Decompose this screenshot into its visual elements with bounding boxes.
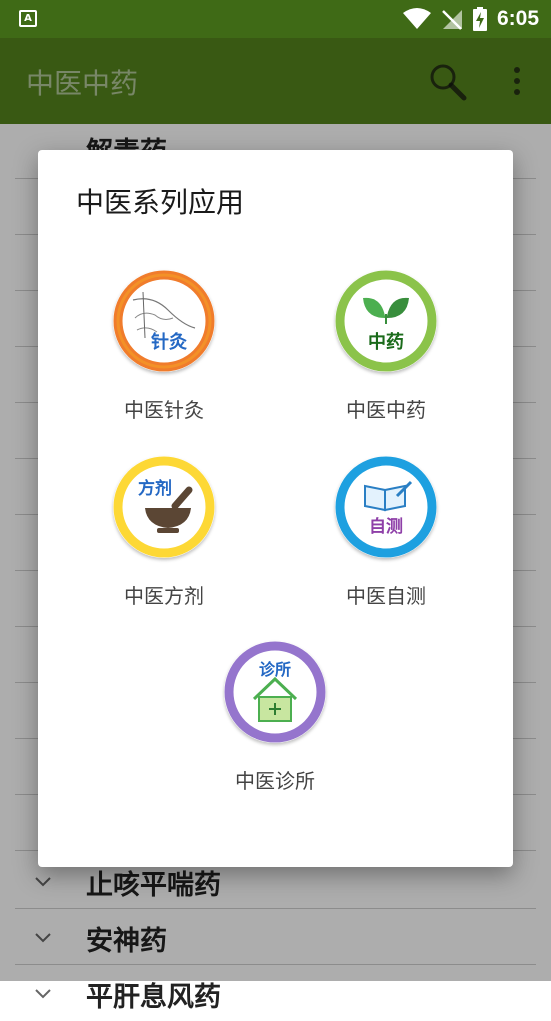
icon-text: 诊所 [259,660,291,679]
icon-text: 中药 [368,331,404,353]
app-label: 中医自测 [346,584,426,608]
book-icon: 自测 [335,456,437,558]
icon-text: 方剂 [138,478,172,499]
apps-dialog: 中医系列应用 针灸 中医针灸 中药 中医中药 方剂 中医方剂 自测 中医自测 诊… [38,150,513,867]
dialog-scrim-top[interactable] [0,38,551,124]
status-icons: 6:05 [402,6,539,32]
notification-icon: A [19,10,37,27]
dialog-title: 中医系列应用 [76,186,245,219]
app-acupuncture[interactable]: 针灸 中医针灸 [64,270,264,440]
app-label: 中医诊所 [235,769,315,793]
clock: 6:05 [496,7,539,30]
app-herbal-medicine[interactable]: 中药 中医中药 [286,270,486,440]
icon-text: 自测 [369,516,403,537]
status-bar: A 6:05 [0,0,551,38]
app-icon-circle: 自测 [335,456,437,558]
app-icon-circle: 方剂 [113,456,215,558]
no-signal-icon [442,10,462,30]
app-clinic[interactable]: 诊所 中医诊所 [175,641,375,811]
app-icon-circle: 中药 [335,270,437,372]
acupuncture-icon: 针灸 [113,270,215,372]
app-self-test[interactable]: 自测 中医自测 [286,456,486,626]
wifi-icon [402,8,431,29]
app-prescriptions[interactable]: 方剂 中医方剂 [64,456,264,626]
app-label: 中医针灸 [124,398,204,422]
app-label: 中医方剂 [124,584,204,608]
battery-charging-icon [472,7,487,31]
mortar-icon: 方剂 [113,456,215,558]
herb-icon: 中药 [335,270,437,372]
clinic-icon: 诊所 [224,641,326,743]
app-label: 中医中药 [346,398,426,422]
app-icon-circle: 针灸 [113,270,215,372]
app-icon-circle: 诊所 [224,641,326,743]
chevron-down-icon [35,989,51,999]
icon-text: 针灸 [151,331,187,353]
